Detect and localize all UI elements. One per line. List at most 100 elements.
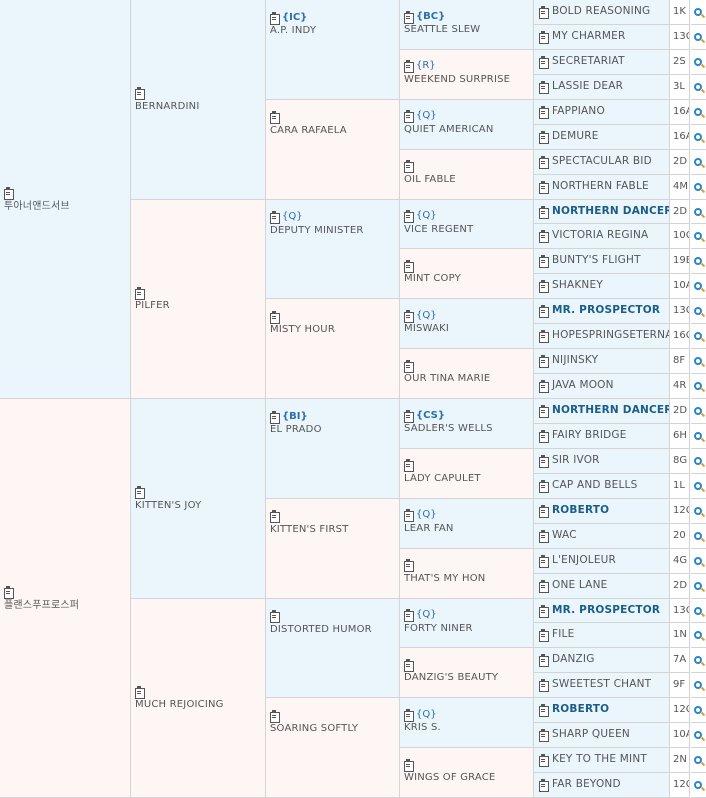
pedigree-cell-gen3[interactable]: {Q} DEPUTY MINISTER bbox=[266, 199, 400, 300]
pedigree-note-icon[interactable] bbox=[539, 205, 549, 219]
search-icon[interactable] bbox=[691, 673, 706, 699]
search-icon[interactable] bbox=[691, 498, 706, 524]
pedigree-note-icon[interactable] bbox=[539, 679, 549, 693]
search-icon[interactable] bbox=[691, 349, 706, 375]
search-icon[interactable] bbox=[691, 748, 706, 774]
horse-name[interactable]: 투아너앤드서브 bbox=[4, 200, 130, 213]
pedigree-cell-gen5[interactable]: SWEETEST CHANT bbox=[534, 673, 670, 699]
horse-name[interactable]: WINGS OF GRACE bbox=[404, 771, 533, 784]
pedigree-cell-gen3[interactable]: {IC} A.P. INDY bbox=[266, 0, 400, 100]
pedigree-note-icon[interactable] bbox=[404, 459, 414, 473]
search-icon[interactable] bbox=[691, 423, 706, 449]
pedigree-cell-gen5[interactable]: KEY TO THE MINT bbox=[534, 748, 670, 774]
search-icon[interactable] bbox=[691, 324, 706, 350]
pedigree-note-icon[interactable] bbox=[539, 305, 549, 319]
pedigree-cell-gen5[interactable]: NORTHERN FABLE bbox=[534, 174, 670, 200]
pedigree-note-icon[interactable] bbox=[539, 80, 549, 94]
horse-name[interactable]: ROBERTO bbox=[552, 703, 609, 716]
pedigree-note-icon[interactable] bbox=[539, 330, 549, 344]
pedigree-cell-gen2[interactable]: MUCH REJOICING bbox=[131, 598, 266, 798]
pedigree-note-icon[interactable] bbox=[270, 610, 280, 623]
search-icon[interactable] bbox=[691, 598, 706, 624]
horse-name[interactable]: SIR IVOR bbox=[552, 454, 600, 467]
pedigree-cell-gen5[interactable]: FAIRY BRIDGE bbox=[534, 423, 670, 449]
search-icon[interactable] bbox=[691, 473, 706, 499]
pedigree-cell-gen4[interactable]: {BC} SEATTLE SLEW bbox=[400, 0, 534, 50]
pedigree-cell-gen5[interactable]: ROBERTO bbox=[534, 698, 670, 724]
pedigree-cell-gen5[interactable]: DANZIG bbox=[534, 648, 670, 674]
pedigree-cell-gen5[interactable]: SIR IVOR bbox=[534, 448, 670, 474]
search-icon[interactable] bbox=[691, 124, 706, 150]
horse-name[interactable]: NORTHERN DANCER bbox=[552, 205, 669, 218]
horse-name[interactable]: SEATTLE SLEW bbox=[404, 23, 533, 36]
horse-name[interactable]: CAP AND BELLS bbox=[552, 479, 637, 492]
search-icon[interactable] bbox=[691, 723, 706, 749]
search-icon[interactable] bbox=[691, 149, 706, 175]
pedigree-cell-gen2[interactable]: PILFER bbox=[131, 199, 266, 399]
pedigree-note-icon[interactable] bbox=[539, 30, 549, 44]
pedigree-note-icon[interactable] bbox=[539, 280, 549, 294]
pedigree-note-icon[interactable] bbox=[270, 510, 280, 524]
pedigree-note-icon[interactable] bbox=[539, 754, 549, 768]
pedigree-cell-gen5[interactable]: WAC bbox=[534, 523, 670, 549]
pedigree-cell-gen3[interactable]: SOARING SOFTLY bbox=[266, 698, 400, 798]
search-icon[interactable] bbox=[691, 74, 706, 100]
horse-name[interactable]: LASSIE DEAR bbox=[552, 80, 623, 93]
horse-name[interactable]: VICE REGENT bbox=[404, 223, 533, 236]
horse-name[interactable]: FAPPIANO bbox=[552, 105, 605, 118]
horse-name[interactable]: QUIET AMERICAN bbox=[404, 123, 533, 136]
pedigree-note-icon[interactable] bbox=[404, 210, 414, 223]
pedigree-note-icon[interactable] bbox=[404, 60, 414, 74]
horse-name[interactable]: SHARP QUEEN bbox=[552, 728, 630, 741]
pedigree-cell-gen3[interactable]: KITTEN'S FIRST bbox=[266, 498, 400, 599]
horse-name[interactable]: ONE LANE bbox=[552, 579, 607, 592]
horse-name[interactable]: SHAKNEY bbox=[552, 279, 603, 292]
horse-name[interactable]: NORTHERN FABLE bbox=[552, 180, 649, 193]
horse-name[interactable]: KRIS S. bbox=[404, 721, 533, 734]
pedigree-note-icon[interactable] bbox=[539, 405, 549, 418]
pedigree-cell-gen5[interactable]: FAPPIANO bbox=[534, 99, 670, 125]
pedigree-cell-gen5[interactable]: BUNTY'S FLIGHT bbox=[534, 249, 670, 275]
pedigree-note-icon[interactable] bbox=[539, 629, 549, 643]
pedigree-note-icon[interactable] bbox=[270, 709, 280, 723]
pedigree-cell-gen5[interactable]: SECRETARIAT bbox=[534, 49, 670, 75]
horse-name[interactable]: DANZIG bbox=[552, 653, 595, 666]
pedigree-note-icon[interactable] bbox=[404, 110, 414, 124]
search-icon[interactable] bbox=[691, 648, 706, 674]
pedigree-note-icon[interactable] bbox=[539, 454, 549, 468]
horse-name[interactable]: EL PRADO bbox=[270, 423, 399, 436]
horse-name[interactable]: 플랜스푸프로스퍼 bbox=[4, 599, 130, 612]
horse-name[interactable]: KITTEN'S JOY bbox=[135, 499, 265, 512]
search-icon[interactable] bbox=[691, 374, 706, 399]
horse-name[interactable]: BUNTY'S FLIGHT bbox=[552, 254, 641, 267]
pedigree-note-icon[interactable] bbox=[404, 359, 414, 373]
pedigree-note-icon[interactable] bbox=[539, 380, 549, 394]
horse-name[interactable]: A.P. INDY bbox=[270, 24, 399, 37]
horse-name[interactable]: VICTORIA REGINA bbox=[552, 229, 648, 242]
pedigree-note-icon[interactable] bbox=[270, 11, 280, 25]
horse-name[interactable]: PILFER bbox=[135, 299, 265, 312]
pedigree-cell-gen5[interactable]: NIJINSKY bbox=[534, 349, 670, 375]
pedigree-cell-gen5[interactable]: L'ENJOLEUR bbox=[534, 548, 670, 574]
pedigree-cell-gen5[interactable]: BOLD REASONING bbox=[534, 0, 670, 25]
search-icon[interactable] bbox=[691, 174, 706, 200]
pedigree-cell-gen4[interactable]: {Q} KRIS S. bbox=[400, 698, 534, 749]
search-icon[interactable] bbox=[691, 249, 706, 275]
pedigree-cell-gen5[interactable]: SHAKNEY bbox=[534, 274, 670, 300]
pedigree-note-icon[interactable] bbox=[270, 111, 280, 125]
pedigree-note-icon[interactable] bbox=[270, 211, 280, 224]
pedigree-note-icon[interactable] bbox=[404, 758, 414, 772]
pedigree-note-icon[interactable] bbox=[539, 429, 549, 443]
horse-name[interactable]: KEY TO THE MINT bbox=[552, 753, 647, 766]
pedigree-cell-gen5[interactable]: MR. PROSPECTOR bbox=[534, 299, 670, 325]
pedigree-note-icon[interactable] bbox=[539, 230, 549, 244]
search-icon[interactable] bbox=[691, 24, 706, 50]
pedigree-cell-gen1[interactable]: 플랜스푸프로스퍼 bbox=[0, 399, 131, 798]
horse-name[interactable]: FILE bbox=[552, 628, 574, 641]
pedigree-cell-gen5[interactable]: SPECTACULAR BID bbox=[534, 149, 670, 175]
horse-name[interactable]: KITTEN'S FIRST bbox=[270, 523, 399, 536]
pedigree-cell-gen4[interactable]: THAT'S MY HON bbox=[400, 548, 534, 599]
pedigree-cell-gen4[interactable]: {Q} FORTY NINER bbox=[400, 598, 534, 649]
pedigree-cell-gen5[interactable]: FILE bbox=[534, 623, 670, 649]
horse-name[interactable]: THAT'S MY HON bbox=[404, 572, 533, 585]
